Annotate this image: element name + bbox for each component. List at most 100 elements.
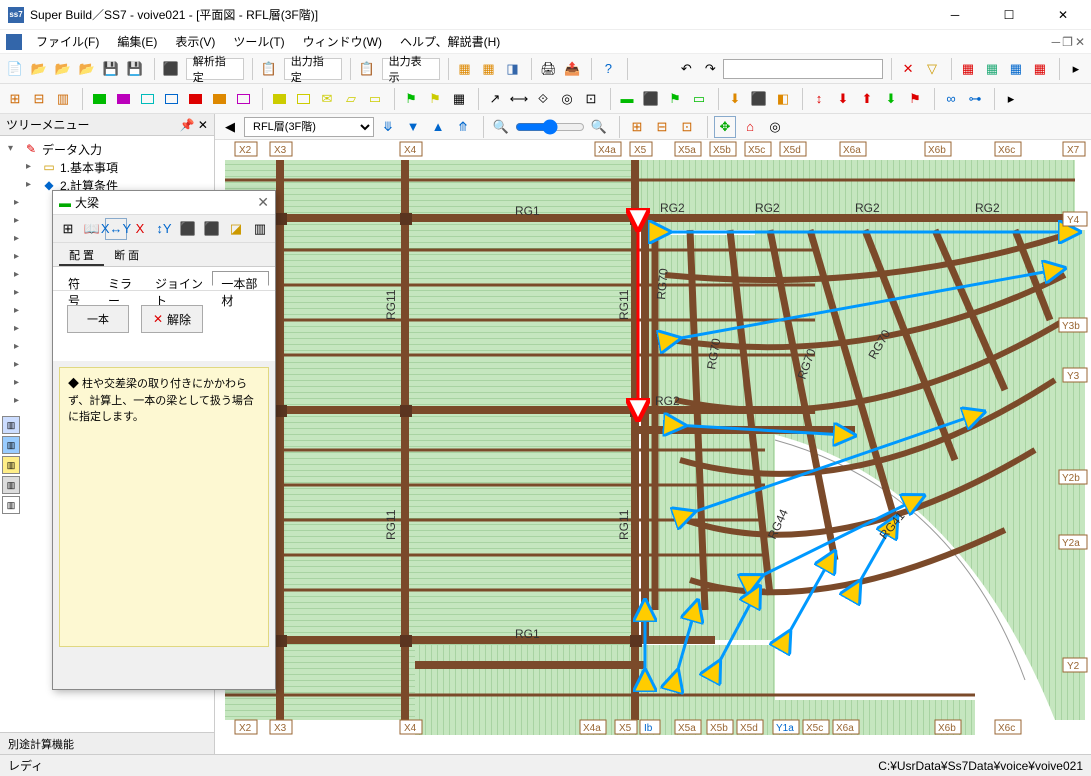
sg[interactable] [88, 88, 110, 110]
popup-tab-layout[interactable]: 配 置 [59, 243, 104, 266]
analysis-icon[interactable]: ⬛ [160, 58, 182, 80]
floor-select[interactable]: RFL層(3F階) [244, 117, 374, 137]
print-button[interactable]: 🖨 [537, 58, 559, 80]
popup-single-button[interactable]: 一本 [67, 305, 129, 333]
close-button[interactable]: ✕ [1043, 8, 1083, 22]
dim2[interactable]: ⟷ [508, 88, 530, 110]
maximize-button[interactable]: ☐ [989, 8, 1029, 22]
ar1[interactable]: ↕ [808, 88, 830, 110]
dim1[interactable]: ↗ [484, 88, 506, 110]
tree-root[interactable]: データ入力 [42, 141, 102, 158]
side-icon-5[interactable]: ▥ [2, 496, 20, 514]
view3-button[interactable]: ▥ [52, 88, 74, 110]
sp[interactable] [232, 88, 254, 110]
sm[interactable] [112, 88, 134, 110]
menu-edit[interactable]: 編集(E) [109, 30, 165, 53]
side-icon-1[interactable]: ▥ [2, 416, 20, 434]
open2-button[interactable]: 📂 [52, 58, 74, 80]
popup-subtab-single[interactable]: 一本部材 [212, 271, 269, 286]
popup-tab-section[interactable]: 断 面 [104, 243, 149, 266]
plan-viewport[interactable]: RG1 RG1 RG2RG2RG2RG2 RG2 RG11 RG11 RG11 … [215, 140, 1091, 754]
ar4[interactable]: ⬇ [880, 88, 902, 110]
sb[interactable] [160, 88, 182, 110]
sc[interactable] [136, 88, 158, 110]
home-icon[interactable]: ⌂ [739, 116, 761, 138]
menu-window[interactable]: ウィンドウ(W) [295, 30, 390, 53]
output-view-button[interactable]: 出力表示 [382, 58, 440, 80]
ptb4[interactable]: X [129, 218, 151, 240]
side-icon-3[interactable]: ▥ [2, 456, 20, 474]
popup-close-button[interactable]: ✕ [257, 194, 269, 211]
filter-button[interactable]: ▽ [921, 58, 943, 80]
undo-button[interactable]: ↶ [675, 58, 697, 80]
grid4-button[interactable]: ▦ [1029, 58, 1051, 80]
sy2[interactable] [292, 88, 314, 110]
save-button[interactable]: 💾 [100, 58, 122, 80]
saveall-button[interactable]: 💾 [124, 58, 146, 80]
dim4[interactable]: ◎ [556, 88, 578, 110]
ld2[interactable]: ⬛ [748, 88, 770, 110]
tree-item1[interactable]: 1.基本事項 [60, 159, 118, 176]
grid3-button[interactable]: ▦ [1005, 58, 1027, 80]
output-view-icon[interactable]: 📋 [356, 58, 378, 80]
tree-bottom-button[interactable]: 別途計算機能 [0, 732, 214, 754]
side-icon-4[interactable]: ▥ [2, 476, 20, 494]
open-button[interactable]: 📂 [28, 58, 50, 80]
ptb3[interactable]: X↔Y [105, 218, 127, 240]
nav-up-bar[interactable]: ⤊ [452, 116, 474, 138]
dim5[interactable]: ⊡ [580, 88, 602, 110]
sr[interactable] [184, 88, 206, 110]
sy1[interactable] [268, 88, 290, 110]
output-spec-icon[interactable]: 📋 [258, 58, 280, 80]
tb1-a[interactable]: ▦ [454, 58, 476, 80]
ptb6[interactable]: ⬛ [177, 218, 199, 240]
ptb8[interactable]: ◪ [225, 218, 247, 240]
flag-g[interactable]: ⚑ [400, 88, 422, 110]
ar2[interactable]: ⬇ [832, 88, 854, 110]
tree-pin-icon[interactable]: 📌 ✕ [180, 118, 208, 132]
el1[interactable]: ▬ [616, 88, 638, 110]
el3[interactable]: ⚑ [664, 88, 686, 110]
floor-prev-icon[interactable]: ◀ [219, 116, 241, 138]
ar3[interactable]: ⬆ [856, 88, 878, 110]
menu-tool[interactable]: ツール(T) [225, 30, 292, 53]
view1-button[interactable]: ⊞ [4, 88, 26, 110]
sy4[interactable]: ▱ [340, 88, 362, 110]
grid-tb2[interactable]: ⊟ [651, 116, 673, 138]
open3-button[interactable]: 📂 [76, 58, 98, 80]
history-combo[interactable] [723, 59, 883, 79]
menu-help[interactable]: ヘルプ、解説書(H) [392, 30, 508, 53]
output-spec-button[interactable]: 出力指定 [284, 58, 342, 80]
flag-y[interactable]: ⚑ [424, 88, 446, 110]
mdi-restore-icon[interactable]: ❐ [1062, 35, 1073, 49]
el2[interactable]: ⬛ [640, 88, 662, 110]
ptb1[interactable]: ⊞ [57, 218, 79, 240]
popup-subtab-mirror[interactable]: ミラー [99, 271, 146, 286]
view2-button[interactable]: ⊟ [28, 88, 50, 110]
grid-tb1[interactable]: ⊞ [626, 116, 648, 138]
zoom-slider[interactable] [515, 119, 585, 135]
export-button[interactable]: 📤 [561, 58, 583, 80]
side-icon-2[interactable]: ▥ [2, 436, 20, 454]
ptb5[interactable]: ↕Y [153, 218, 175, 240]
nav-down[interactable]: ▼ [402, 116, 424, 138]
zoom-out-icon[interactable]: 🔍 [490, 116, 512, 138]
so[interactable] [208, 88, 230, 110]
pan-icon[interactable]: ✥ [714, 116, 736, 138]
hatch[interactable]: ▦ [448, 88, 470, 110]
redo-button[interactable]: ↷ [699, 58, 721, 80]
zoom-in-icon[interactable]: 🔍 [588, 116, 610, 138]
tb1-c[interactable]: ◨ [502, 58, 524, 80]
grid1-button[interactable]: ▦ [957, 58, 979, 80]
grid2-button[interactable]: ▦ [981, 58, 1003, 80]
dim3[interactable]: ⟐ [532, 88, 554, 110]
popup-subtab-sign[interactable]: 符 号 [59, 271, 99, 286]
grid-tb3[interactable]: ⊡ [676, 116, 698, 138]
ptb7[interactable]: ⬛ [201, 218, 223, 240]
help-button[interactable]: ? [597, 58, 619, 80]
menu-view[interactable]: 表示(V) [167, 30, 223, 53]
el4[interactable]: ▭ [688, 88, 710, 110]
popup-cancel-button[interactable]: ✕解除 [141, 305, 203, 333]
nav-up[interactable]: ▲ [427, 116, 449, 138]
sy3[interactable]: ✉ [316, 88, 338, 110]
